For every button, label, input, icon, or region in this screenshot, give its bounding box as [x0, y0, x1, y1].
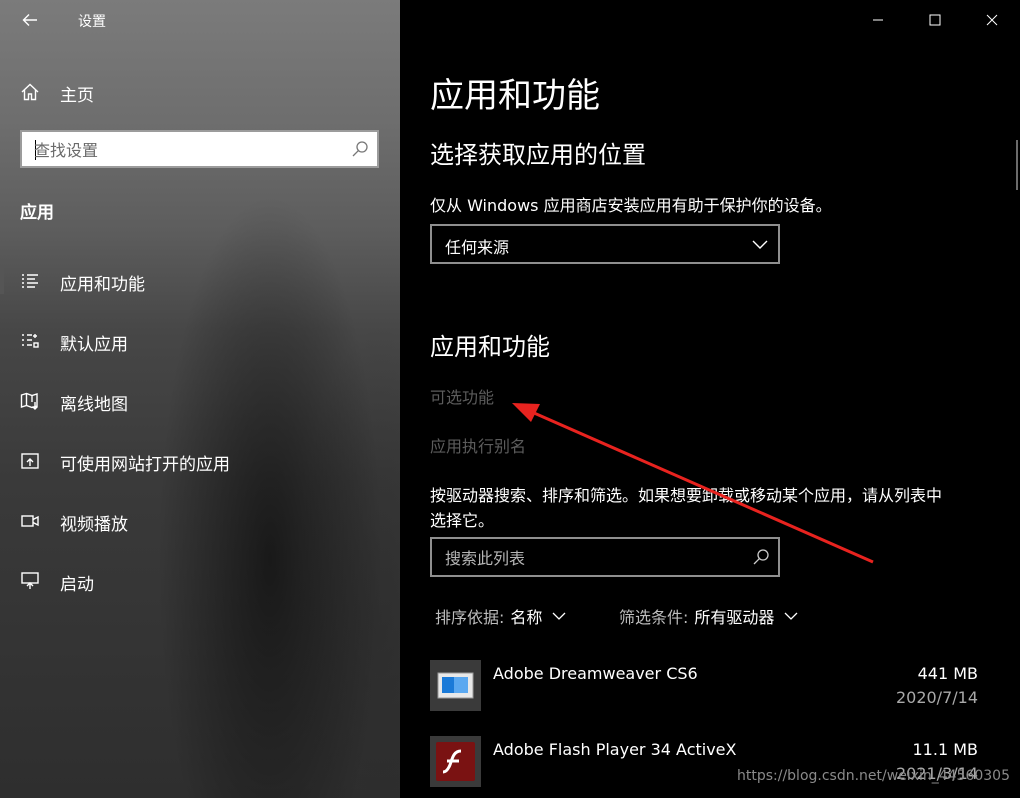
sidebar-item-label: 视频播放	[60, 515, 128, 535]
sidebar-item-open-with-websites[interactable]: 可使用网站打开的应用	[0, 439, 400, 483]
app-size: 441 MB	[917, 664, 978, 683]
open-in-web-icon	[21, 453, 39, 469]
minimize-button[interactable]	[849, 0, 906, 40]
sidebar-item-default-apps[interactable]: 默认应用	[0, 319, 400, 363]
close-button[interactable]	[963, 0, 1020, 40]
sidebar: 设置 主页 应用 应用和功能	[0, 0, 400, 798]
app-name: Adobe Dreamweaver CS6	[493, 664, 698, 683]
app-list-search-box[interactable]	[430, 537, 780, 577]
page-title: 应用和功能	[430, 76, 600, 116]
install-source-dropdown[interactable]: 任何来源	[430, 224, 780, 264]
filter-by-dropdown[interactable]: 筛选条件: 所有驱动器	[619, 604, 798, 628]
selection-indicator	[0, 268, 4, 294]
search-icon[interactable]	[351, 140, 369, 158]
list-icon	[22, 274, 38, 288]
dreamweaver-icon	[430, 660, 481, 711]
sidebar-item-startup[interactable]: 启动	[0, 559, 400, 603]
startup-icon	[21, 572, 39, 589]
sort-by-dropdown[interactable]: 排序依据: 名称	[435, 604, 566, 628]
install-source-heading: 选择获取应用的位置	[430, 141, 646, 169]
filter-label: 筛选条件:	[619, 608, 689, 627]
app-list-item[interactable]: Adobe Flash Player 34 ActiveX 11.1 MB 20…	[430, 736, 990, 798]
sort-value: 名称	[510, 608, 543, 627]
flash-icon	[430, 736, 481, 787]
home-icon	[21, 83, 39, 101]
dropdown-selected-value: 任何来源	[445, 238, 510, 257]
sidebar-item-label: 主页	[60, 86, 94, 106]
search-icon[interactable]	[752, 548, 770, 566]
sidebar-item-label: 应用和功能	[60, 275, 145, 295]
chevron-down-icon	[784, 612, 798, 620]
watermark: https://blog.csdn.net/weixin_44560305	[736, 768, 1010, 784]
titlebar-left: 设置	[0, 0, 400, 40]
sort-label: 排序依据:	[435, 608, 505, 627]
app-list-item[interactable]: Adobe Dreamweaver CS6 441 MB 2020/7/14	[430, 660, 990, 724]
install-source-description: 仅从 Windows 应用商店安装应用有助于保护你的设备。	[430, 196, 832, 215]
maximize-icon	[929, 14, 940, 26]
video-icon	[21, 515, 39, 527]
sidebar-item-apps-features[interactable]: 应用和功能	[0, 259, 400, 303]
sidebar-item-label: 默认应用	[60, 335, 128, 355]
close-icon	[986, 14, 997, 26]
sidebar-item-video-playback[interactable]: 视频播放	[0, 499, 400, 543]
app-name: Adobe Flash Player 34 ActiveX	[493, 740, 737, 759]
main-pane: 应用和功能 选择获取应用的位置 仅从 Windows 应用商店安装应用有助于保护…	[400, 0, 1020, 798]
scrollbar-thumb[interactable]	[1016, 140, 1018, 190]
back-arrow-icon	[22, 14, 37, 26]
chevron-down-icon	[552, 612, 566, 620]
app-title: 设置	[78, 14, 106, 30]
sidebar-item-label: 启动	[60, 575, 94, 595]
app-size: 11.1 MB	[912, 740, 979, 759]
chevron-down-icon	[752, 240, 768, 249]
apps-description-line1: 按驱动器搜索、排序和筛选。如果想要卸载或移动某个应用，请从列表中	[430, 486, 943, 505]
app-list-search-input[interactable]	[445, 546, 735, 570]
sidebar-item-offline-maps[interactable]: 离线地图	[0, 379, 400, 423]
sidebar-item-home[interactable]: 主页	[0, 72, 400, 112]
default-apps-icon	[22, 334, 39, 348]
maximize-button[interactable]	[906, 0, 963, 40]
app-execution-alias-link[interactable]: 应用执行别名	[430, 433, 526, 457]
optional-features-link[interactable]: 可选功能	[430, 384, 494, 408]
sidebar-item-label: 离线地图	[60, 395, 128, 415]
app-install-date: 2020/7/14	[895, 688, 978, 707]
map-icon	[20, 392, 38, 410]
back-button[interactable]	[18, 8, 42, 32]
window-controls	[849, 0, 1020, 40]
apps-description-line2: 选择它。	[430, 511, 495, 530]
filter-value: 所有驱动器	[694, 608, 775, 627]
sidebar-section-label: 应用	[20, 203, 54, 223]
settings-search-box[interactable]	[20, 130, 379, 168]
minimize-icon	[872, 19, 883, 21]
sidebar-item-label: 可使用网站打开的应用	[60, 455, 230, 475]
settings-search-input[interactable]	[34, 138, 344, 162]
apps-features-heading: 应用和功能	[430, 333, 550, 361]
